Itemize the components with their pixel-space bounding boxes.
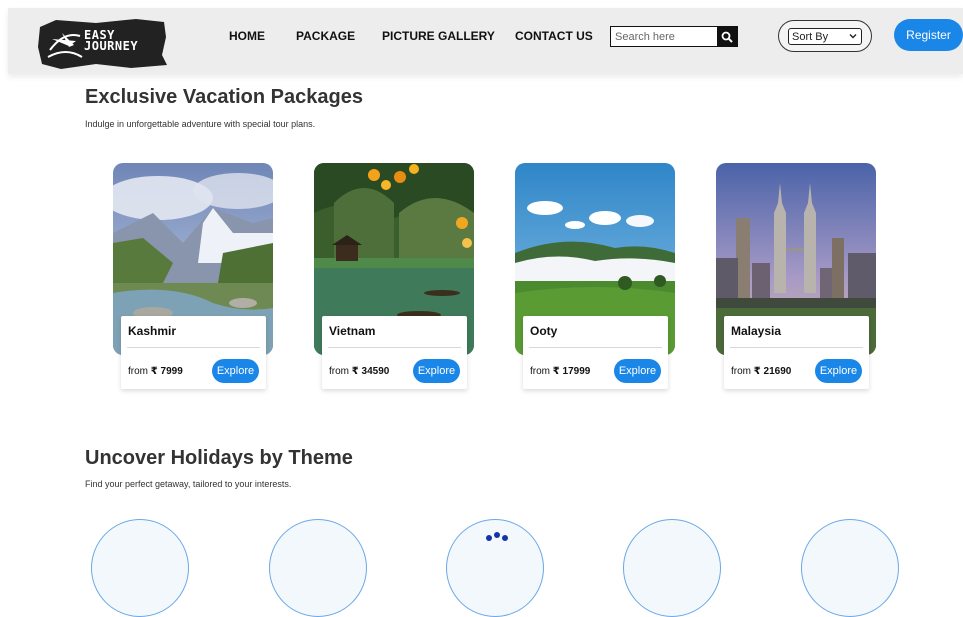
explore-button-ooty[interactable]: Explore	[614, 359, 661, 383]
package-name: Kashmir	[128, 324, 177, 338]
card-divider	[529, 347, 662, 348]
nav-home[interactable]: HOME	[229, 29, 265, 43]
package-price: from ₹ 7999	[128, 366, 183, 377]
explore-button-malaysia[interactable]: Explore	[815, 359, 862, 383]
package-card-malaysia: Malaysia from ₹ 21690 Explore	[724, 316, 869, 389]
explore-button-vietnam[interactable]: Explore	[413, 359, 460, 383]
theme-icon	[486, 532, 508, 541]
nav-package[interactable]: PACKAGE	[296, 29, 355, 43]
packages-subtitle: Indulge in unforgettable adventure with …	[85, 119, 316, 129]
theme-circle-2[interactable]	[269, 519, 367, 617]
nav-picture-gallery[interactable]: PICTURE GALLERY	[382, 29, 495, 43]
theme-circle-3[interactable]	[446, 519, 544, 617]
package-card-ooty: Ooty from ₹ 17999 Explore	[523, 316, 668, 389]
packages-title: Exclusive Vacation Packages	[85, 86, 363, 108]
explore-button-kashmir[interactable]: Explore	[212, 359, 259, 383]
package-price: from ₹ 34590	[329, 366, 390, 377]
search-button[interactable]	[717, 27, 737, 46]
theme-circle-5[interactable]	[801, 519, 899, 617]
package-name: Vietnam	[329, 324, 376, 338]
navbar: EASY JOURNEY HOME PACKAGE PICTURE GALLER…	[8, 8, 963, 74]
theme-circle-4[interactable]	[623, 519, 721, 617]
sort-container: Sort By	[778, 20, 872, 52]
sort-select[interactable]: Sort By	[788, 28, 862, 45]
brand-logo[interactable]: EASY JOURNEY	[36, 17, 168, 70]
theme-circle-1[interactable]	[91, 519, 189, 617]
package-name: Malaysia	[731, 324, 782, 338]
sort-selected-label: Sort By	[792, 30, 829, 43]
card-divider	[127, 347, 260, 348]
nav-contact-us[interactable]: CONTACT US	[515, 29, 593, 43]
package-card-kashmir: Kashmir from ₹ 7999 Explore	[121, 316, 266, 389]
chevron-down-icon	[849, 34, 857, 39]
search-icon	[721, 31, 733, 43]
package-name: Ooty	[530, 324, 558, 338]
card-divider	[328, 347, 461, 348]
package-card-vietnam: Vietnam from ₹ 34590 Explore	[322, 316, 467, 389]
search-input[interactable]	[611, 27, 717, 46]
package-price: from ₹ 17999	[530, 366, 591, 377]
card-divider	[730, 347, 863, 348]
search-box	[610, 26, 738, 47]
package-price: from ₹ 21690	[731, 366, 792, 377]
register-button[interactable]: Register	[894, 19, 963, 51]
brand-line2: JOURNEY	[84, 39, 139, 53]
themes-subtitle: Find your perfect getaway, tailored to y…	[85, 479, 292, 489]
themes-title: Uncover Holidays by Theme	[85, 447, 353, 469]
